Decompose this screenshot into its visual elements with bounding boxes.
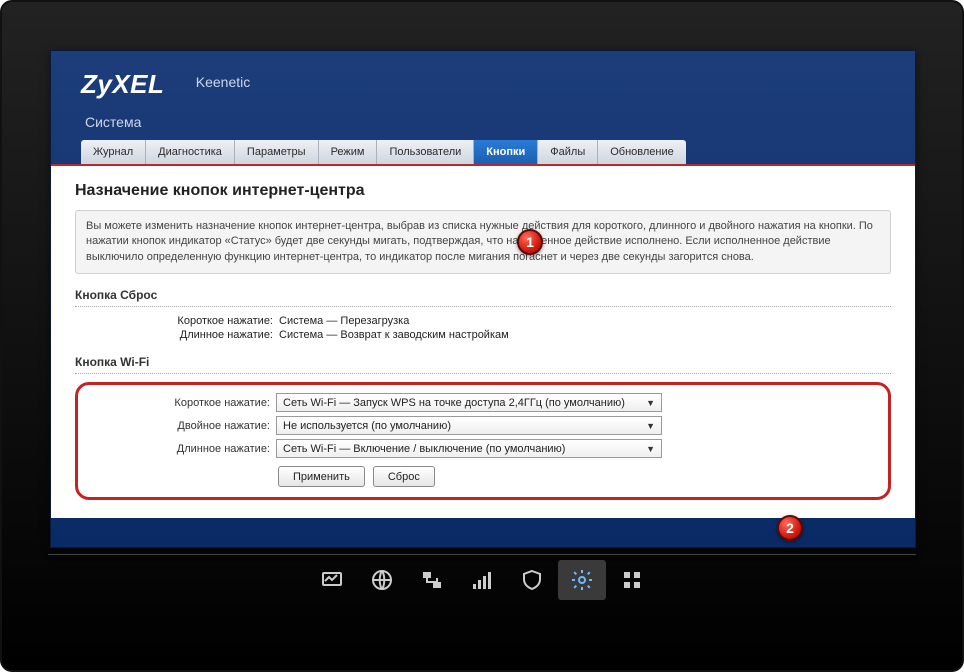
reset-button[interactable]: Сброс: [373, 466, 435, 487]
reset-block-title: Кнопка Сброс: [75, 288, 891, 302]
nav-internet[interactable]: [358, 560, 406, 600]
app-frame: ZyXEL Keenetic Система Журнал Диагностик…: [0, 0, 964, 672]
callout-badge-1: 1: [517, 229, 543, 255]
action-buttons: Применить Сброс: [278, 466, 882, 487]
reset-short-press-row: Короткое нажатие: Система — Перезагрузка: [75, 315, 891, 327]
wifi-short-label: Короткое нажатие:: [84, 397, 270, 409]
window-header: ZyXEL Keenetic Система Журнал Диагностик…: [51, 51, 915, 164]
content-area: Назначение кнопок интернет-центра Вы мож…: [51, 164, 915, 518]
wifi-double-press-row: Двойное нажатие: Не используется (по умо…: [84, 416, 882, 435]
chevron-down-icon: ▼: [646, 421, 655, 431]
wifi-long-label: Длинное нажатие:: [84, 443, 270, 455]
page-title: Назначение кнопок интернет-центра: [75, 182, 891, 200]
tab-buttons[interactable]: Кнопки: [474, 140, 538, 164]
tab-mode[interactable]: Режим: [319, 140, 378, 164]
wifi-double-value: Не используется (по умолчанию): [283, 420, 451, 432]
tab-update[interactable]: Обновление: [598, 140, 686, 164]
nav-monitor[interactable]: [308, 560, 356, 600]
wifi-signal-icon: [470, 568, 494, 592]
tab-bar: Журнал Диагностика Параметры Режим Польз…: [81, 140, 885, 164]
apply-button[interactable]: Применить: [278, 466, 365, 487]
wifi-double-label: Двойное нажатие:: [84, 420, 270, 432]
nav-security[interactable]: [508, 560, 556, 600]
wifi-short-select[interactable]: Сеть Wi-Fi — Запуск WPS на точке доступа…: [276, 393, 662, 412]
bottom-nav: [48, 554, 916, 604]
nav-system[interactable]: [558, 560, 606, 600]
nav-lan[interactable]: [408, 560, 456, 600]
nav-wifi[interactable]: [458, 560, 506, 600]
reset-long-press-row: Длинное нажатие: Система — Возврат к зав…: [75, 329, 891, 341]
lan-icon: [420, 568, 444, 592]
info-box: Вы можете изменить назначение кнопок инт…: [75, 210, 891, 274]
reset-short-value: Система — Перезагрузка: [279, 315, 891, 327]
globe-icon: [370, 568, 394, 592]
tab-parameters[interactable]: Параметры: [235, 140, 319, 164]
monitor-icon: [320, 568, 344, 592]
divider: [75, 373, 891, 374]
wifi-short-press-row: Короткое нажатие: Сеть Wi-Fi — Запуск WP…: [84, 393, 882, 412]
wifi-settings-highlight: Короткое нажатие: Сеть Wi-Fi — Запуск WP…: [75, 382, 891, 500]
gear-icon: [570, 568, 594, 592]
section-title: Система: [81, 114, 885, 130]
reset-long-label: Длинное нажатие:: [75, 329, 273, 341]
tab-files[interactable]: Файлы: [538, 140, 598, 164]
reset-short-label: Короткое нажатие:: [75, 315, 273, 327]
shield-icon: [520, 568, 544, 592]
wifi-block-title: Кнопка Wi-Fi: [75, 355, 891, 369]
model-name: Keenetic: [196, 74, 250, 90]
wifi-short-value: Сеть Wi-Fi — Запуск WPS на точке доступа…: [283, 397, 625, 409]
callout-badge-2: 2: [777, 515, 803, 541]
wifi-double-select[interactable]: Не используется (по умолчанию) ▼: [276, 416, 662, 435]
wifi-long-press-row: Длинное нажатие: Сеть Wi-Fi — Включение …: [84, 439, 882, 458]
chevron-down-icon: ▼: [646, 444, 655, 454]
wifi-long-value: Сеть Wi-Fi — Включение / выключение (по …: [283, 443, 565, 455]
chevron-down-icon: ▼: [646, 398, 655, 408]
nav-apps[interactable]: [608, 560, 656, 600]
tab-journal[interactable]: Журнал: [81, 140, 146, 164]
router-window: ZyXEL Keenetic Система Журнал Диагностик…: [50, 50, 916, 548]
wifi-long-select[interactable]: Сеть Wi-Fi — Включение / выключение (по …: [276, 439, 662, 458]
tab-diagnostics[interactable]: Диагностика: [146, 140, 235, 164]
apps-icon: [620, 568, 644, 592]
tab-users[interactable]: Пользователи: [377, 140, 474, 164]
brand-logo: ZyXEL: [81, 69, 164, 100]
reset-long-value: Система — Возврат к заводским настройкам: [279, 329, 891, 341]
divider: [75, 306, 891, 307]
